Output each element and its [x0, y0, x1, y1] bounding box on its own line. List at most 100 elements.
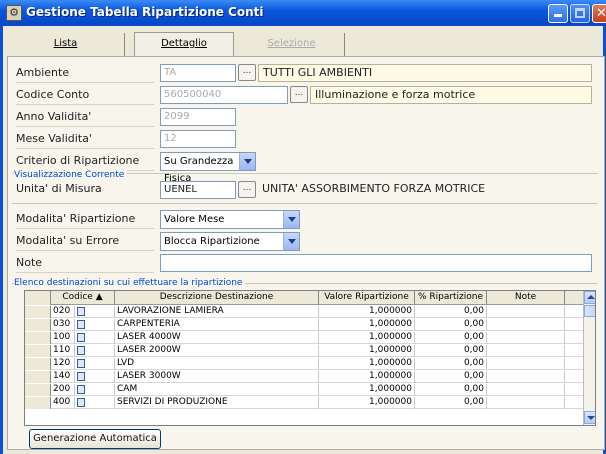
row-header[interactable]	[25, 397, 51, 409]
cell-valore[interactable]: 1,000000	[319, 397, 415, 409]
modalita-ripartizione-select[interactable]: Valore Mese	[160, 210, 300, 229]
cell-detail[interactable]	[75, 397, 115, 409]
cell-descrizione[interactable]: LVD	[115, 358, 319, 370]
col-header-valore[interactable]: Valore Ripartizione	[319, 291, 415, 305]
note-field[interactable]	[160, 254, 592, 272]
row-header[interactable]	[25, 371, 51, 383]
table-row[interactable]: 120 LVD 1,000000 0,00	[25, 358, 583, 370]
cell-note[interactable]	[487, 384, 565, 396]
detail-button-icon[interactable]	[77, 320, 85, 329]
detail-button-icon[interactable]	[77, 398, 85, 407]
unita-misura-lookup-button[interactable]: ...	[238, 181, 256, 198]
cell-descrizione[interactable]: LAVORAZIONE LAMIERA	[115, 306, 319, 318]
cell-note[interactable]	[487, 371, 565, 383]
close-button[interactable]: ✕	[592, 4, 606, 23]
maximize-button[interactable]	[570, 4, 590, 23]
cell-codice[interactable]: 020	[51, 306, 75, 318]
anno-validita-field[interactable]: 2099	[160, 108, 236, 126]
cell-note[interactable]	[487, 306, 565, 318]
cell-valore[interactable]: 1,000000	[319, 306, 415, 318]
cell-note[interactable]	[487, 358, 565, 370]
table-row[interactable]: 020 LAVORAZIONE LAMIERA 1,000000 0,00	[25, 306, 583, 318]
codice-conto-field[interactable]: 560500040	[160, 86, 288, 104]
destinazioni-grid[interactable]: Codice ▲ Descrizione Destinazione Valore…	[24, 290, 596, 426]
table-row[interactable]: 110 LASER 2000W 1,000000 0,00	[25, 345, 583, 357]
row-header[interactable]	[25, 332, 51, 344]
cell-percentuale[interactable]: 0,00	[415, 397, 487, 409]
cell-note[interactable]	[487, 345, 565, 357]
cell-descrizione[interactable]: LASER 2000W	[115, 345, 319, 357]
cell-percentuale[interactable]: 0,00	[415, 358, 487, 370]
modalita-errore-select[interactable]: Blocca Ripartizione	[160, 232, 300, 251]
table-row[interactable]: 030 CARPENTERIA 1,000000 0,00	[25, 319, 583, 331]
unita-misura-code-field[interactable]: UENEL	[160, 181, 236, 199]
cell-valore[interactable]: 1,000000	[319, 345, 415, 357]
cell-detail[interactable]	[75, 332, 115, 344]
row-header[interactable]	[25, 306, 51, 318]
row-header[interactable]	[25, 319, 51, 331]
col-header-note[interactable]: Note	[487, 291, 565, 305]
detail-button-icon[interactable]	[77, 359, 85, 368]
chevron-down-icon[interactable]	[283, 211, 299, 228]
cell-note[interactable]	[487, 397, 565, 409]
tab-dettaglio[interactable]: Dettaglio	[134, 32, 234, 56]
ambiente-lookup-button[interactable]: ...	[238, 64, 256, 81]
cell-note[interactable]	[487, 319, 565, 331]
tab-selezione[interactable]: Selezione	[239, 33, 345, 56]
title-bar[interactable]: ⚙ Gestione Tabella Ripartizione Conti ✕	[0, 0, 606, 26]
detail-button-icon[interactable]	[77, 333, 85, 342]
detail-button-icon[interactable]	[77, 346, 85, 355]
chevron-down-icon[interactable]	[239, 153, 255, 170]
cell-percentuale[interactable]: 0,00	[415, 332, 487, 344]
cell-descrizione[interactable]: LASER 3000W	[115, 371, 319, 383]
ambiente-code-field[interactable]: TA	[160, 64, 236, 82]
cell-detail[interactable]	[75, 306, 115, 318]
scroll-down-button[interactable]	[584, 411, 595, 424]
row-header[interactable]	[25, 345, 51, 357]
cell-codice[interactable]: 400	[51, 397, 75, 409]
cell-valore[interactable]: 1,000000	[319, 332, 415, 344]
cell-descrizione[interactable]: CARPENTERIA	[115, 319, 319, 331]
cell-percentuale[interactable]: 0,00	[415, 384, 487, 396]
table-row[interactable]: 400 SERVIZI DI PRODUZIONE 1,000000 0,00	[25, 397, 583, 409]
cell-descrizione[interactable]: CAM	[115, 384, 319, 396]
cell-codice[interactable]: 030	[51, 319, 75, 331]
cell-codice[interactable]: 200	[51, 384, 75, 396]
detail-button-icon[interactable]	[77, 385, 85, 394]
cell-detail[interactable]	[75, 358, 115, 370]
detail-button-icon[interactable]	[77, 307, 85, 316]
cell-percentuale[interactable]: 0,00	[415, 306, 487, 318]
col-header-descrizione[interactable]: Descrizione Destinazione	[115, 291, 319, 305]
vertical-scrollbar[interactable]	[583, 291, 595, 425]
cell-codice[interactable]: 140	[51, 371, 75, 383]
cell-detail[interactable]	[75, 371, 115, 383]
scroll-up-button[interactable]	[584, 291, 595, 304]
detail-button-icon[interactable]	[77, 372, 85, 381]
minimize-button[interactable]	[548, 4, 568, 23]
cell-detail[interactable]	[75, 319, 115, 331]
cell-descrizione[interactable]: SERVIZI DI PRODUZIONE	[115, 397, 319, 409]
col-header-codice[interactable]: Codice ▲	[51, 291, 115, 305]
cell-percentuale[interactable]: 0,00	[415, 345, 487, 357]
cell-detail[interactable]	[75, 345, 115, 357]
scroll-thumb[interactable]	[584, 305, 595, 317]
cell-valore[interactable]: 1,000000	[319, 384, 415, 396]
tab-lista[interactable]: Lista	[7, 33, 125, 56]
row-header[interactable]	[25, 358, 51, 370]
cell-descrizione[interactable]: LASER 4000W	[115, 332, 319, 344]
criterio-select[interactable]: Su Grandezza Fisica	[160, 152, 256, 184]
table-row[interactable]: 100 LASER 4000W 1,000000 0,00	[25, 332, 583, 344]
cell-note[interactable]	[487, 332, 565, 344]
generazione-automatica-button[interactable]: Generazione Automatica	[29, 429, 161, 449]
cell-valore[interactable]: 1,000000	[319, 319, 415, 331]
row-header[interactable]	[25, 384, 51, 396]
cell-codice[interactable]: 110	[51, 345, 75, 357]
cell-detail[interactable]	[75, 384, 115, 396]
mese-validita-field[interactable]: 12	[160, 130, 236, 148]
chevron-down-icon[interactable]	[283, 233, 299, 250]
cell-codice[interactable]: 120	[51, 358, 75, 370]
cell-codice[interactable]: 100	[51, 332, 75, 344]
col-header-percentuale[interactable]: % Ripartizione	[415, 291, 487, 305]
cell-valore[interactable]: 1,000000	[319, 358, 415, 370]
cell-valore[interactable]: 1,000000	[319, 371, 415, 383]
